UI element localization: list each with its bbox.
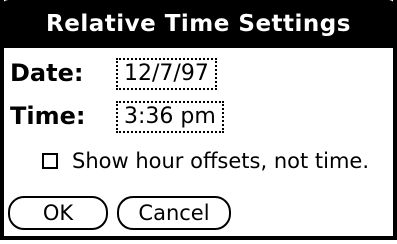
date-label: Date:: [10, 59, 84, 87]
show-hour-offsets-checkbox[interactable]: [42, 153, 58, 169]
show-hour-offsets-option[interactable]: Show hour offsets, not time.: [42, 146, 369, 176]
relative-time-settings-dialog: Relative Time Settings Date: 12/7/97 Tim…: [0, 0, 397, 240]
dialog-title: Relative Time Settings: [0, 0, 397, 48]
time-selector[interactable]: 3:36 pm: [116, 101, 224, 133]
date-selector[interactable]: 12/7/97: [116, 58, 217, 90]
ok-button[interactable]: OK: [8, 196, 108, 230]
time-label: Time:: [10, 102, 86, 130]
cancel-button[interactable]: Cancel: [117, 196, 231, 230]
show-hour-offsets-label: Show hour offsets, not time.: [72, 149, 370, 173]
